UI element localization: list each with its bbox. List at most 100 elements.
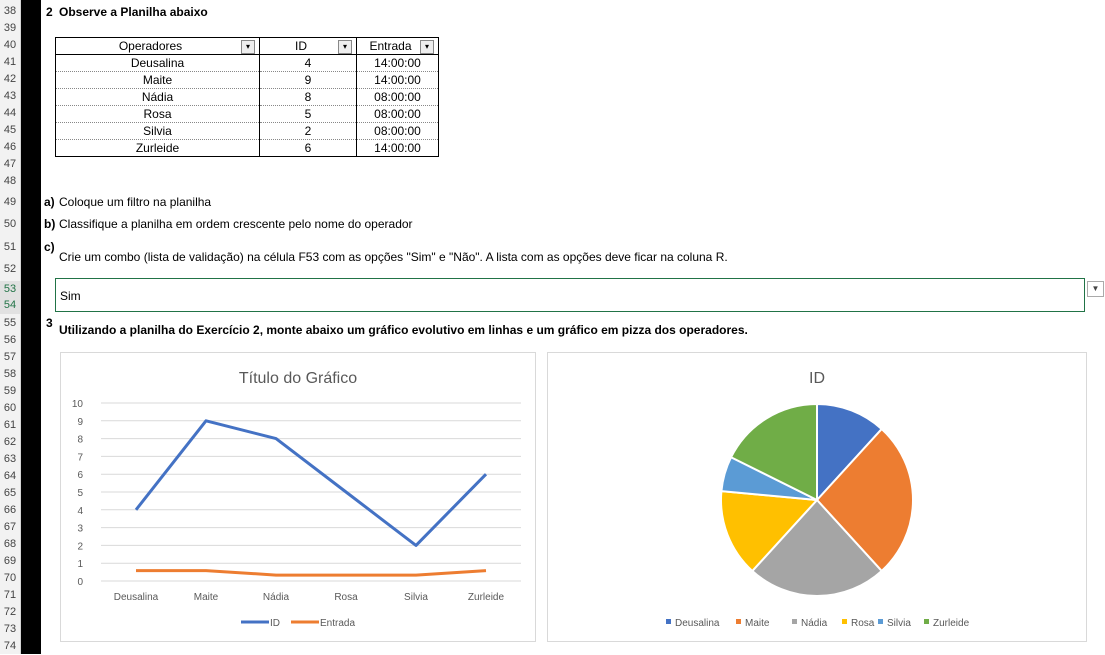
row-header[interactable]: 73 xyxy=(0,621,20,638)
chart-title: ID xyxy=(809,370,825,387)
row-header[interactable]: 61 xyxy=(0,417,20,434)
y-tick-label: 6 xyxy=(77,470,83,481)
row-header[interactable]: 53 xyxy=(0,281,20,298)
legend-label: Entrada xyxy=(320,618,355,629)
header-id[interactable]: ID ▾ xyxy=(259,37,357,55)
row-header[interactable]: 62 xyxy=(0,434,20,451)
legend-label: ID xyxy=(270,618,280,629)
cell[interactable]: 5 xyxy=(259,105,357,123)
row-header[interactable]: 49 xyxy=(0,194,20,211)
row-header[interactable]: 74 xyxy=(0,638,20,655)
x-tick-label: Deusalina xyxy=(114,592,159,603)
legend-swatch xyxy=(842,619,847,624)
cell[interactable]: Silvia xyxy=(55,122,260,140)
series-line-entrada xyxy=(136,569,487,577)
cell[interactable]: 6 xyxy=(259,139,357,157)
legend-swatch xyxy=(666,619,671,624)
header-entrada[interactable]: Entrada ▾ xyxy=(356,37,439,55)
row-header[interactable]: 64 xyxy=(0,468,20,485)
filter-sort-button[interactable]: ▾ xyxy=(241,39,255,54)
row-header[interactable]: 45 xyxy=(0,122,20,139)
row-header[interactable]: 56 xyxy=(0,332,20,349)
row-header[interactable]: 54 xyxy=(0,297,20,314)
cell[interactable]: 8 xyxy=(259,88,357,106)
row-header[interactable]: 58 xyxy=(0,366,20,383)
exercise-2-title: Observe a Planilha abaixo xyxy=(59,5,208,19)
chart-title: Título do Gráfico xyxy=(239,370,357,387)
row-header[interactable]: 57 xyxy=(0,349,20,366)
cell[interactable]: 08:00:00 xyxy=(356,105,439,123)
y-tick-label: 4 xyxy=(77,506,83,517)
pie-chart[interactable]: ID Deusalina Maite Nádia Rosa Silvia Zurleide xyxy=(547,352,1087,642)
row-header[interactable]: 72 xyxy=(0,604,20,621)
pie-chart-svg: ID Deusalina Maite Nádia Rosa Silvia Zurleide xyxy=(666,370,970,629)
legend-swatch xyxy=(924,619,929,624)
cell[interactable]: Zurleide xyxy=(55,139,260,157)
task-b-letter: b) xyxy=(44,217,56,231)
combo-dropdown-button[interactable]: ▼ xyxy=(1087,281,1104,297)
task-b-text: Classifique a planilha em ordem crescent… xyxy=(59,217,413,231)
legend-label: Maite xyxy=(745,618,770,629)
x-tick-label: Maite xyxy=(194,592,219,603)
cell[interactable]: Rosa xyxy=(55,105,260,123)
row-header[interactable]: 41 xyxy=(0,54,20,71)
row-header[interactable]: 42 xyxy=(0,71,20,88)
row-header[interactable]: 46 xyxy=(0,139,20,156)
row-header[interactable]: 51 xyxy=(0,239,20,256)
row-header[interactable]: 59 xyxy=(0,383,20,400)
validation-combo-cell[interactable]: Sim xyxy=(55,278,1085,312)
row-header[interactable]: 63 xyxy=(0,451,20,468)
row-header[interactable]: 68 xyxy=(0,536,20,553)
x-tick-label: Rosa xyxy=(334,592,358,603)
row-header[interactable]: 65 xyxy=(0,485,20,502)
row-header[interactable]: 69 xyxy=(0,553,20,570)
y-tick-label: 8 xyxy=(77,435,83,446)
cell[interactable]: Deusalina xyxy=(55,54,260,72)
row-header[interactable]: 55 xyxy=(0,315,20,332)
legend-swatch xyxy=(878,619,883,624)
row-header[interactable]: 71 xyxy=(0,587,20,604)
filter-button[interactable]: ▾ xyxy=(338,39,352,54)
cell[interactable]: 14:00:00 xyxy=(356,139,439,157)
cell[interactable]: 2 xyxy=(259,122,357,140)
cell[interactable]: 9 xyxy=(259,71,357,89)
row-header[interactable]: 60 xyxy=(0,400,20,417)
row-header[interactable]: 66 xyxy=(0,502,20,519)
y-tick-label: 10 xyxy=(72,399,84,410)
cell[interactable]: 08:00:00 xyxy=(356,122,439,140)
row-header[interactable]: 47 xyxy=(0,156,20,173)
row-header[interactable]: 52 xyxy=(0,261,20,278)
legend-label: Rosa xyxy=(851,618,875,629)
x-tick-label: Silvia xyxy=(404,592,428,603)
cell[interactable]: 14:00:00 xyxy=(356,54,439,72)
cell[interactable]: 14:00:00 xyxy=(356,71,439,89)
table-row: Rosa 5 08:00:00 xyxy=(55,105,439,123)
row-header[interactable]: 38 xyxy=(0,3,20,20)
task-a-letter: a) xyxy=(44,195,55,209)
row-header[interactable]: 48 xyxy=(0,173,20,190)
row-header[interactable]: 67 xyxy=(0,519,20,536)
header-operadores[interactable]: Operadores ▾ xyxy=(55,37,260,55)
legend-swatch xyxy=(792,619,797,624)
x-tick-label: Zurleide xyxy=(468,592,505,603)
cell[interactable]: 4 xyxy=(259,54,357,72)
cell[interactable]: 08:00:00 xyxy=(356,88,439,106)
table-row: Zurleide 6 14:00:00 xyxy=(55,139,439,157)
line-chart[interactable]: Título do Gráfico 0 1 2 3 4 5 6 7 8 9 10 Deusalina Ma… xyxy=(60,352,536,642)
y-tick-label: 0 xyxy=(77,577,83,588)
row-header[interactable]: 50 xyxy=(0,216,20,233)
row-header[interactable]: 39 xyxy=(0,20,20,37)
row-header[interactable]: 43 xyxy=(0,88,20,105)
table-row: Nádia 8 08:00:00 xyxy=(55,88,439,106)
legend-label: Nádia xyxy=(801,618,828,629)
row-header[interactable]: 44 xyxy=(0,105,20,122)
cell[interactable]: Maite xyxy=(55,71,260,89)
combo-value: Sim xyxy=(60,289,81,303)
y-tick-label: 7 xyxy=(77,452,83,463)
row-header[interactable]: 40 xyxy=(0,37,20,54)
task-c-letter: c) xyxy=(44,240,55,254)
y-tick-label: 3 xyxy=(77,524,83,535)
filter-button[interactable]: ▾ xyxy=(420,39,434,54)
row-header[interactable]: 70 xyxy=(0,570,20,587)
cell[interactable]: Nádia xyxy=(55,88,260,106)
